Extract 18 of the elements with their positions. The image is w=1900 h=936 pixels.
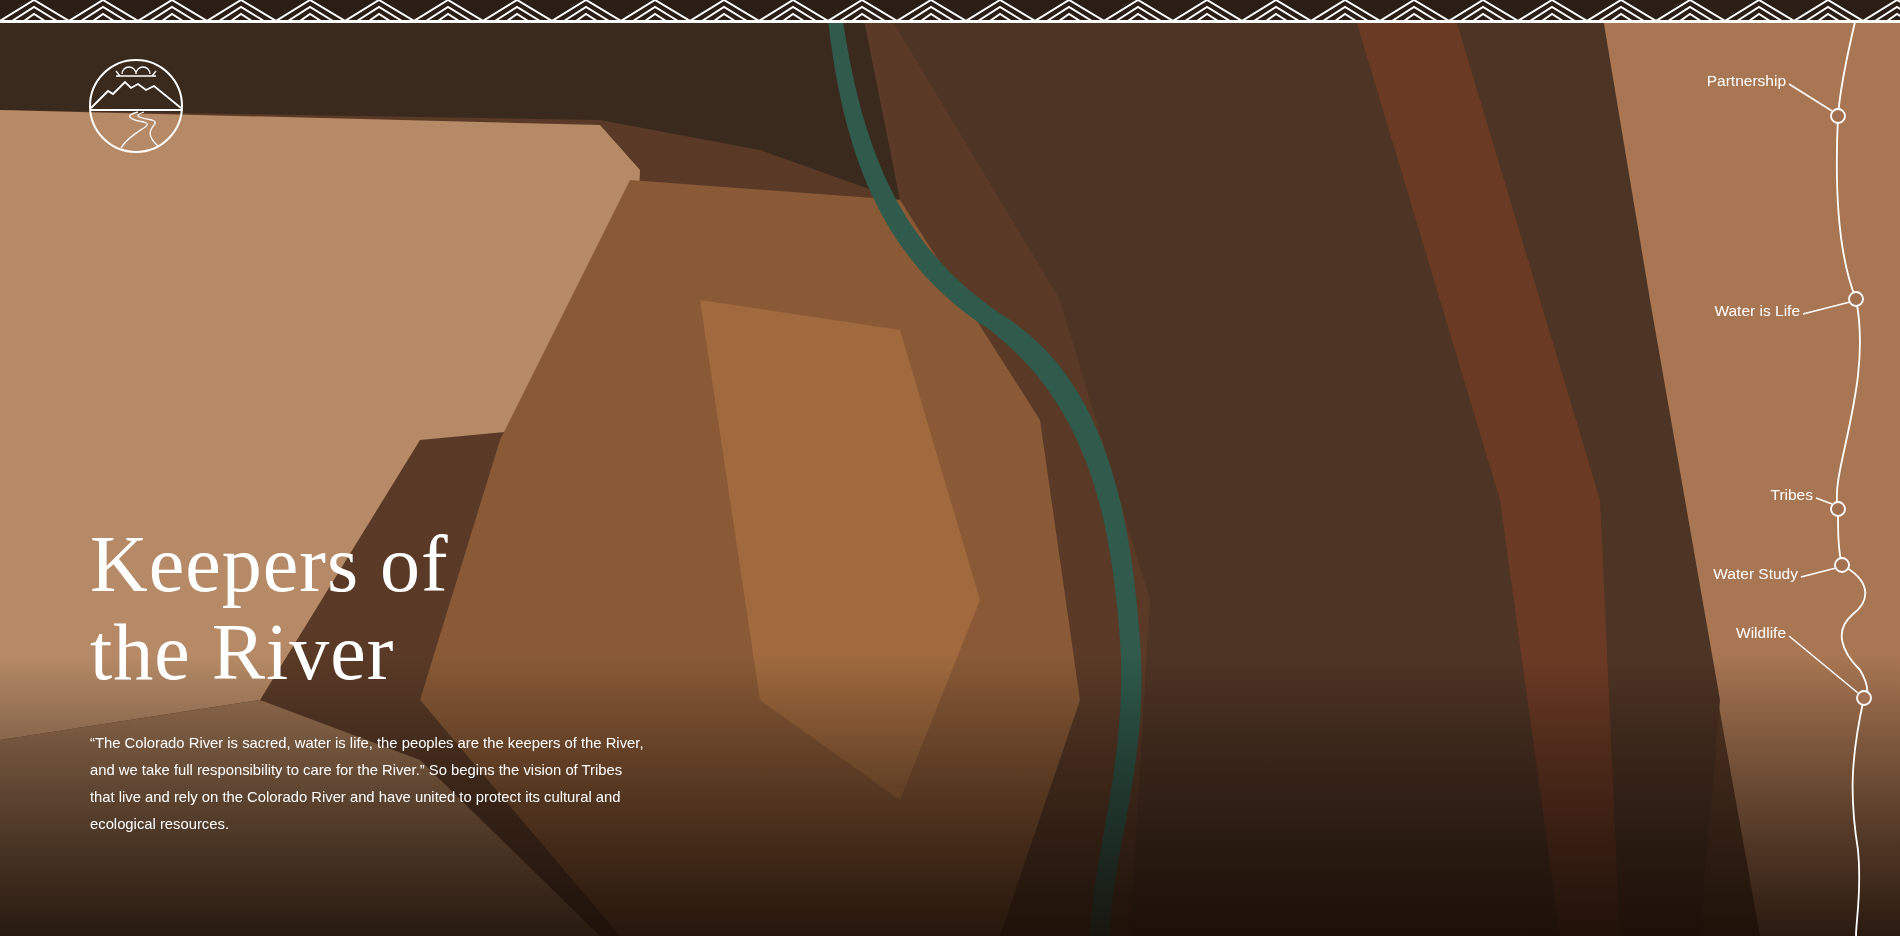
nav-link[interactable]: Water is Life (1714, 301, 1800, 321)
leader-line (1788, 635, 1859, 694)
nav-node[interactable] (1830, 108, 1846, 124)
nav-node[interactable] (1848, 291, 1864, 307)
leader-line (1800, 567, 1837, 578)
nav-link[interactable]: Wildlife (1736, 623, 1786, 643)
leader-line (1815, 497, 1833, 505)
intro-paragraph: “The Colorado River is sacred, water is life, the peoples are the keepers of the River, and we take full responsibility to care for the River.” So begins the vision of Tribes that live and rely on the Colorado River and have united to protect its cultural and ecological resources. (90, 734, 645, 834)
nav-link[interactable]: Tribes (1770, 485, 1813, 505)
leader-line (1802, 301, 1851, 315)
nav-link[interactable]: Water Study (1713, 564, 1798, 584)
leader-line (1788, 83, 1833, 112)
nav-link[interactable]: Partnership (1706, 71, 1786, 91)
nav-node[interactable] (1834, 557, 1850, 573)
nav-node[interactable] (1830, 501, 1846, 517)
logo-icon[interactable] (88, 58, 184, 154)
nav-node[interactable] (1856, 690, 1872, 706)
hero-title: the River (90, 608, 396, 696)
